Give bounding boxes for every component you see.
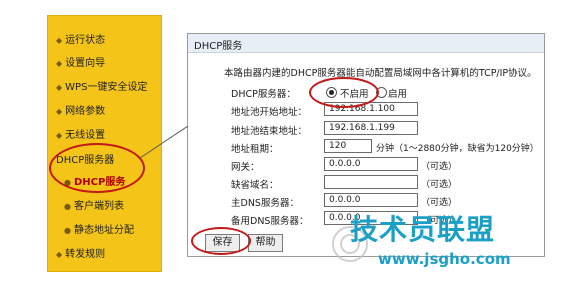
dns-backup-label: 备用DNS服务器： <box>231 216 309 227</box>
gateway-input[interactable]: 0.0.0.0 <box>324 157 418 171</box>
highlight-circle-disable-option <box>309 77 379 108</box>
bullet-icon: ● <box>64 226 71 235</box>
sidebar-item-wps[interactable]: ◆ WPS一键安全设定 <box>56 78 147 93</box>
end-ip-input[interactable]: 192.168.1.199 <box>324 121 418 135</box>
lease-note: 分钟（1～2880分钟，缺省为120分钟） <box>376 144 539 154</box>
panel-title: DHCP服务 <box>194 41 243 52</box>
sidebar-item-label: 客户端列表 <box>73 201 124 212</box>
highlight-circle-dhcp-nav <box>49 143 145 193</box>
dns-primary-label: 主DNS服务器： <box>231 198 299 209</box>
bullet-icon: ◆ <box>56 107 63 116</box>
sidebar-item-client-list[interactable]: ● 客户端列表 <box>64 197 124 212</box>
gateway-label: 网关： <box>231 162 260 173</box>
domain-label: 缺省域名： <box>231 180 279 191</box>
dns-primary-input[interactable]: 0.0.0.0 <box>324 193 418 207</box>
bullet-icon: ◆ <box>56 36 63 45</box>
end-ip-label: 地址池结束地址： <box>231 126 308 137</box>
panel-description: 本路由器内建的DHCP服务器能自动配置局域网中各计算机的TCP/IP协议。 <box>224 68 537 79</box>
dhcp-server-label: DHCP服务器： <box>231 89 296 100</box>
domain-input[interactable] <box>324 175 418 189</box>
lease-input[interactable]: 120 <box>324 139 372 153</box>
watermark-text: 技术员联盟 <box>350 213 496 246</box>
highlight-circle-save-button <box>191 227 251 255</box>
start-ip-label: 地址池开始地址： <box>231 107 308 118</box>
sidebar-item-forwarding[interactable]: ◆ 转发规则 <box>56 245 105 260</box>
domain-optional-note: （可选） <box>421 180 458 190</box>
sidebar-item-label: 静态地址分配 <box>73 225 134 236</box>
help-button[interactable]: 帮助 <box>248 234 283 252</box>
watermark-url: www.jsgho.com <box>378 250 511 268</box>
sidebar-item-static-address[interactable]: ● 静态地址分配 <box>64 221 134 236</box>
gateway-optional-note: （可选） <box>421 162 458 172</box>
bullet-icon: ◆ <box>56 131 63 140</box>
sidebar-item-label: 运行状态 <box>65 35 106 46</box>
sidebar-item-label: 设置向导 <box>65 58 106 69</box>
pointer-line <box>139 125 189 159</box>
dhcp-on-label: 启用 <box>388 89 408 100</box>
bullet-icon: ◆ <box>56 83 63 92</box>
lease-label: 地址租期： <box>231 144 279 155</box>
bullet-icon: ◆ <box>56 59 63 68</box>
sidebar-item-network[interactable]: ◆ 网络参数 <box>56 102 105 117</box>
sidebar-item-label: 无线设置 <box>65 130 106 141</box>
panel-header: DHCP服务 <box>188 34 544 53</box>
sidebar-item-wireless[interactable]: ◆ 无线设置 <box>56 126 105 141</box>
sidebar-item-label: 转发规则 <box>65 249 106 260</box>
sidebar-item-label: WPS一键安全设定 <box>65 82 148 93</box>
dns-primary-optional-note: （可选） <box>421 198 458 208</box>
sidebar-item-label: 网络参数 <box>65 106 106 117</box>
bullet-icon: ◆ <box>56 250 63 259</box>
sidebar-item-wizard[interactable]: ◆ 设置向导 <box>56 54 105 69</box>
sidebar-item-status[interactable]: ◆ 运行状态 <box>56 31 105 46</box>
bullet-icon: ● <box>64 202 71 211</box>
